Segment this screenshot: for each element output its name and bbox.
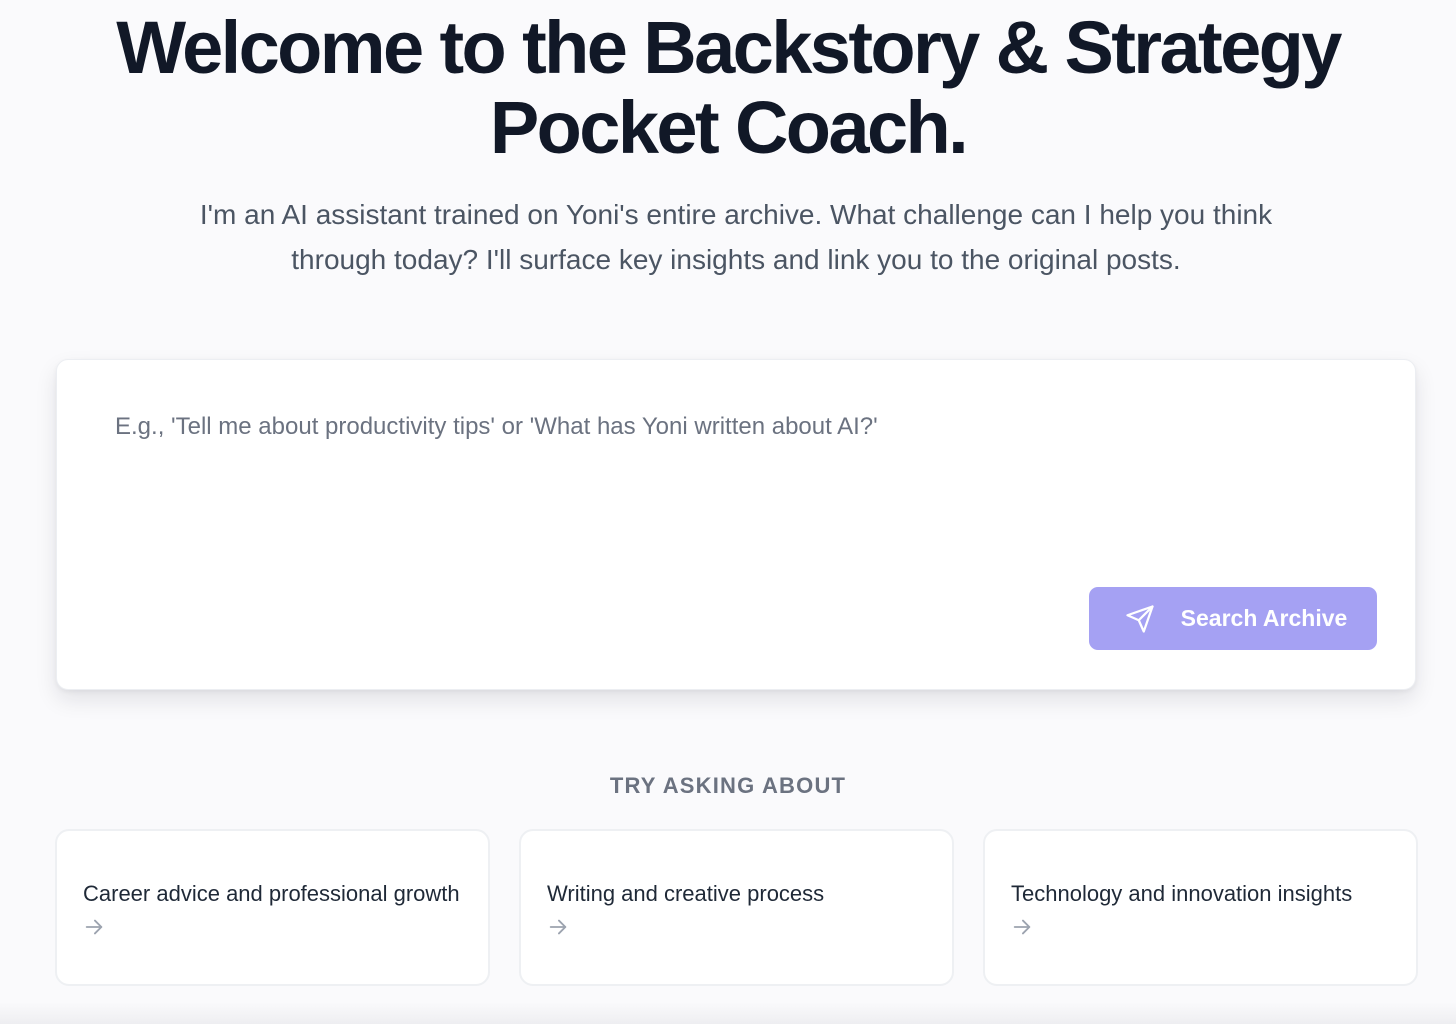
suggestion-label: Writing and creative process [547, 880, 825, 906]
search-card: Search Archive [56, 359, 1416, 690]
arrow-right-icon [1011, 910, 1390, 938]
suggestion-card-career[interactable]: Career advice and professional growth [55, 829, 490, 986]
page-title-line-1: Welcome to the Backstory & Strategy [116, 6, 1342, 89]
suggestion-label: Career advice and professional growth [83, 880, 460, 906]
suggestions-heading: TRY ASKING ABOUT [609, 773, 847, 798]
search-input[interactable] [115, 410, 1355, 590]
search-archive-button-label: Search Archive [1180, 605, 1348, 631]
page-title: Welcome to the Backstory & Strategy Pock… [0, 8, 1456, 168]
send-icon [1125, 604, 1155, 634]
suggestion-card-writing[interactable]: Writing and creative process [519, 829, 954, 986]
suggestion-card-technology[interactable]: Technology and innovation insights [983, 829, 1418, 986]
page-title-line-2: Pocket Coach. [489, 86, 969, 169]
suggestion-label: Technology and innovation insights [1011, 880, 1353, 906]
arrow-right-icon [83, 910, 462, 938]
search-archive-button[interactable]: Search Archive [1089, 587, 1377, 650]
page-bottom-edge [0, 1002, 1456, 1024]
arrow-right-icon [547, 910, 926, 938]
page-subtitle: I'm an AI assistant trained on Yoni's en… [199, 199, 1273, 275]
